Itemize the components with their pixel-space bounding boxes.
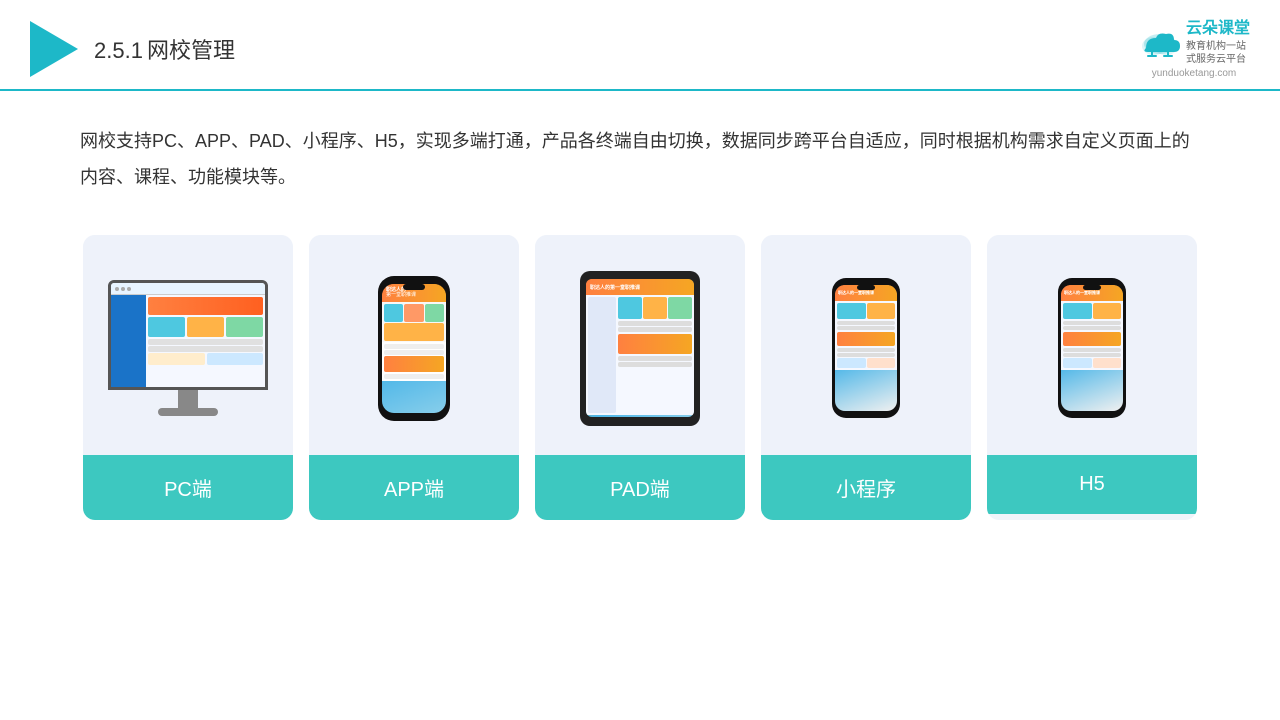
miniapp-phone-icon: 职达人的一堂职推课 (832, 278, 900, 418)
card-miniapp: 职达人的一堂职推课 (761, 235, 971, 520)
company-logo: 云朵课堂 教育机构一站 式服务云平台 yunduoketang.com (1138, 18, 1250, 79)
page-title: 2.5.1网校管理 (94, 33, 239, 65)
card-pad-image: 职达人的第一堂职推课 (535, 235, 745, 455)
h5-phone-icon: 职达人的一堂职推课 (1058, 278, 1126, 418)
pad-tablet-icon: 职达人的第一堂职推课 (580, 271, 700, 426)
cloud-logo-group: 云朵课堂 教育机构一站 式服务云平台 (1138, 18, 1250, 66)
pc-monitor-icon (108, 280, 268, 416)
card-pad-label: PAD端 (535, 455, 745, 520)
card-miniapp-label: 小程序 (761, 455, 971, 520)
card-pc: PC端 (83, 235, 293, 520)
card-h5-label: H5 (987, 455, 1197, 514)
card-h5: 职达人的一堂职推课 (987, 235, 1197, 520)
cards-container: PC端 职达人的 第一堂职推课 (0, 215, 1280, 550)
header-left: 2.5.1网校管理 (30, 21, 239, 77)
header: 2.5.1网校管理 云朵课堂 教育机构一站 式服务云平台 yunduoketan… (0, 0, 1280, 91)
card-pad: 职达人的第一堂职推课 (535, 235, 745, 520)
card-app: 职达人的 第一堂职推课 (309, 235, 519, 520)
logo-text: 云朵课堂 教育机构一站 式服务云平台 (1186, 18, 1250, 66)
card-miniapp-image: 职达人的一堂职推课 (761, 235, 971, 455)
card-app-label: APP端 (309, 455, 519, 520)
app-phone-icon: 职达人的 第一堂职推课 (378, 276, 450, 421)
card-h5-image: 职达人的一堂职推课 (987, 235, 1197, 455)
card-pc-image (83, 235, 293, 455)
card-app-image: 职达人的 第一堂职推课 (309, 235, 519, 455)
brand-triangle-icon (30, 21, 78, 77)
cloud-icon (1138, 26, 1182, 58)
card-pc-label: PC端 (83, 455, 293, 520)
description-text: 网校支持PC、APP、PAD、小程序、H5，实现多端打通，产品各终端自由切换，数… (0, 91, 1280, 215)
